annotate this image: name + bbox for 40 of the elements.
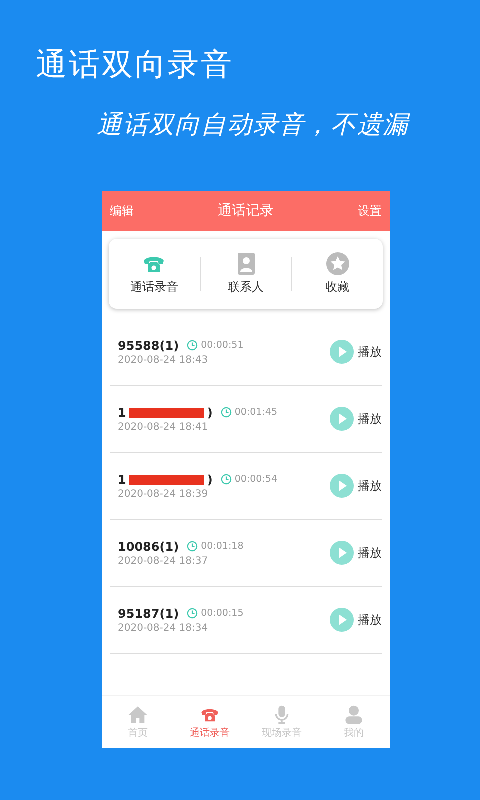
category-tab[interactable]: 收藏: [292, 252, 384, 296]
subtitle: 通话双向自动录音，不遗漏: [97, 109, 412, 141]
call-duration: 00:00:54: [234, 474, 278, 485]
call-time: 2020-08-24 18:43: [118, 354, 210, 366]
call-duration: 00:00:51: [201, 340, 244, 351]
headline: 通话双向录音: [36, 46, 235, 85]
play-button[interactable]: 播放: [330, 541, 382, 565]
clock-icon: [187, 608, 198, 619]
call-duration: 00:00:15: [201, 608, 244, 619]
call-time: 2020-08-24 18:39: [118, 488, 210, 500]
category-tab[interactable]: 联系人: [200, 252, 292, 296]
play-button[interactable]: 播放: [330, 608, 382, 632]
screen-title: 通话记录: [218, 202, 274, 220]
call-time: 2020-08-24 18:34: [118, 622, 210, 634]
call-time: 2020-08-24 18:37: [118, 556, 210, 566]
play-button[interactable]: 播放: [330, 474, 382, 498]
clock-icon: [220, 407, 232, 418]
phone-number: 1: [118, 406, 126, 420]
phone-number: ): [207, 472, 213, 486]
call-duration: 00:01:18: [201, 541, 244, 552]
home-icon: [128, 704, 148, 724]
play-button[interactable]: 播放: [330, 340, 382, 364]
clock-icon: [187, 541, 198, 552]
play-button[interactable]: 播放: [330, 407, 382, 431]
play-icon: [330, 474, 354, 498]
phone-number: 95187(1): [118, 606, 180, 620]
category-tab[interactable]: 通话录音: [109, 252, 200, 296]
phone-number: 95588(1): [118, 338, 180, 352]
play-icon: [330, 340, 354, 364]
play-icon: [330, 541, 354, 565]
person-icon: [344, 704, 364, 724]
call-duration: 00:01:45: [234, 407, 278, 418]
phone-number: 10086(1): [118, 540, 180, 554]
play-icon: [330, 608, 354, 632]
clock-icon: [220, 474, 232, 485]
clock-icon: [187, 340, 198, 351]
phone-number: 1: [118, 472, 126, 486]
call-time: 2020-08-24 18:41: [118, 422, 210, 432]
play-icon: [330, 407, 354, 431]
phone-number: ): [207, 406, 213, 420]
